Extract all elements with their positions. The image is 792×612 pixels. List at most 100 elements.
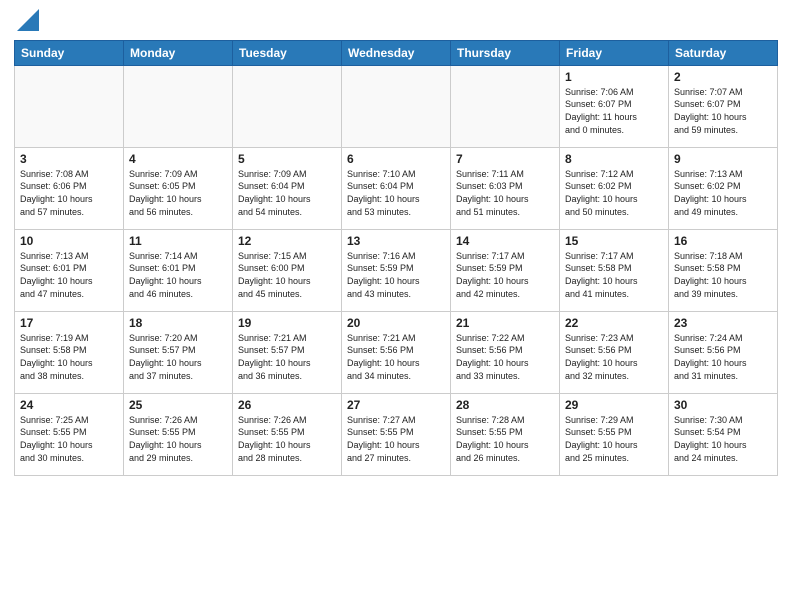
day-number: 1	[565, 70, 663, 84]
calendar-cell	[233, 65, 342, 147]
day-info: Sunrise: 7:21 AM Sunset: 5:56 PM Dayligh…	[347, 332, 445, 382]
day-number: 18	[129, 316, 227, 330]
calendar-cell: 2 Sunrise: 7:07 AM Sunset: 6:07 PM Daylig…	[669, 65, 778, 147]
calendar-header-monday: Monday	[124, 40, 233, 65]
logo	[14, 14, 39, 34]
calendar-cell	[15, 65, 124, 147]
day-info: Sunrise: 7:10 AM Sunset: 6:04 PM Dayligh…	[347, 168, 445, 218]
calendar-week-row: 24 Sunrise: 7:25 AM Sunset: 5:55 PM Dayli…	[15, 393, 778, 475]
day-number: 17	[20, 316, 118, 330]
day-info: Sunrise: 7:22 AM Sunset: 5:56 PM Dayligh…	[456, 332, 554, 382]
calendar-cell: 20 Sunrise: 7:21 AM Sunset: 5:56 PM Dayli…	[342, 311, 451, 393]
calendar-week-row: 1Sunrise: 7:06 AM Sunset: 6:07 PM Daylig…	[15, 65, 778, 147]
day-info: Sunrise: 7:18 AM Sunset: 5:58 PM Dayligh…	[674, 250, 772, 300]
calendar-week-row: 10 Sunrise: 7:13 AM Sunset: 6:01 PM Dayli…	[15, 229, 778, 311]
day-info: Sunrise: 7:13 AM Sunset: 6:01 PM Dayligh…	[20, 250, 118, 300]
day-number: 26	[238, 398, 336, 412]
calendar-cell: 30 Sunrise: 7:30 AM Sunset: 5:54 PM Dayli…	[669, 393, 778, 475]
day-info: Sunrise: 7:25 AM Sunset: 5:55 PM Dayligh…	[20, 414, 118, 464]
calendar-cell	[124, 65, 233, 147]
calendar-cell: 25 Sunrise: 7:26 AM Sunset: 5:55 PM Dayli…	[124, 393, 233, 475]
calendar-cell: 28 Sunrise: 7:28 AM Sunset: 5:55 PM Dayli…	[451, 393, 560, 475]
day-info: Sunrise: 7:28 AM Sunset: 5:55 PM Dayligh…	[456, 414, 554, 464]
day-info: Sunrise: 7:12 AM Sunset: 6:02 PM Dayligh…	[565, 168, 663, 218]
calendar-cell: 10 Sunrise: 7:13 AM Sunset: 6:01 PM Dayli…	[15, 229, 124, 311]
calendar-cell: 21 Sunrise: 7:22 AM Sunset: 5:56 PM Dayli…	[451, 311, 560, 393]
calendar-header-tuesday: Tuesday	[233, 40, 342, 65]
day-number: 11	[129, 234, 227, 248]
calendar-header-saturday: Saturday	[669, 40, 778, 65]
calendar-table: SundayMondayTuesdayWednesdayThursdayFrid…	[14, 40, 778, 476]
day-info: Sunrise: 7:08 AM Sunset: 6:06 PM Dayligh…	[20, 168, 118, 218]
calendar-cell: 22 Sunrise: 7:23 AM Sunset: 5:56 PM Dayli…	[560, 311, 669, 393]
logo-icon	[17, 9, 39, 31]
calendar-cell: 27Sunrise: 7:27 AM Sunset: 5:55 PM Dayli…	[342, 393, 451, 475]
calendar-cell: 13 Sunrise: 7:16 AM Sunset: 5:59 PM Dayli…	[342, 229, 451, 311]
header	[14, 10, 778, 34]
calendar-header-sunday: Sunday	[15, 40, 124, 65]
day-number: 21	[456, 316, 554, 330]
calendar-cell: 5 Sunrise: 7:09 AM Sunset: 6:04 PM Daylig…	[233, 147, 342, 229]
day-number: 7	[456, 152, 554, 166]
calendar-cell: 1Sunrise: 7:06 AM Sunset: 6:07 PM Daylig…	[560, 65, 669, 147]
day-number: 13	[347, 234, 445, 248]
day-number: 4	[129, 152, 227, 166]
day-number: 25	[129, 398, 227, 412]
day-number: 10	[20, 234, 118, 248]
day-info: Sunrise: 7:09 AM Sunset: 6:04 PM Dayligh…	[238, 168, 336, 218]
day-number: 2	[674, 70, 772, 84]
calendar-cell: 11 Sunrise: 7:14 AM Sunset: 6:01 PM Dayli…	[124, 229, 233, 311]
day-number: 14	[456, 234, 554, 248]
day-number: 15	[565, 234, 663, 248]
calendar-cell: 6 Sunrise: 7:10 AM Sunset: 6:04 PM Daylig…	[342, 147, 451, 229]
calendar-header-row: SundayMondayTuesdayWednesdayThursdayFrid…	[15, 40, 778, 65]
day-number: 30	[674, 398, 772, 412]
day-info: Sunrise: 7:17 AM Sunset: 5:58 PM Dayligh…	[565, 250, 663, 300]
day-number: 20	[347, 316, 445, 330]
calendar-cell: 26 Sunrise: 7:26 AM Sunset: 5:55 PM Dayli…	[233, 393, 342, 475]
page: SundayMondayTuesdayWednesdayThursdayFrid…	[0, 0, 792, 486]
day-info: Sunrise: 7:07 AM Sunset: 6:07 PM Dayligh…	[674, 86, 772, 136]
day-number: 8	[565, 152, 663, 166]
calendar-cell: 17Sunrise: 7:19 AM Sunset: 5:58 PM Dayli…	[15, 311, 124, 393]
day-number: 6	[347, 152, 445, 166]
calendar-cell: 8 Sunrise: 7:12 AM Sunset: 6:02 PM Daylig…	[560, 147, 669, 229]
day-info: Sunrise: 7:16 AM Sunset: 5:59 PM Dayligh…	[347, 250, 445, 300]
day-number: 24	[20, 398, 118, 412]
day-info: Sunrise: 7:11 AM Sunset: 6:03 PM Dayligh…	[456, 168, 554, 218]
day-number: 22	[565, 316, 663, 330]
calendar-cell: 18Sunrise: 7:20 AM Sunset: 5:57 PM Dayli…	[124, 311, 233, 393]
calendar-cell: 19Sunrise: 7:21 AM Sunset: 5:57 PM Dayli…	[233, 311, 342, 393]
calendar-week-row: 3Sunrise: 7:08 AM Sunset: 6:06 PM Daylig…	[15, 147, 778, 229]
day-info: Sunrise: 7:09 AM Sunset: 6:05 PM Dayligh…	[129, 168, 227, 218]
day-info: Sunrise: 7:23 AM Sunset: 5:56 PM Dayligh…	[565, 332, 663, 382]
calendar-cell	[342, 65, 451, 147]
day-number: 28	[456, 398, 554, 412]
day-number: 29	[565, 398, 663, 412]
day-number: 9	[674, 152, 772, 166]
calendar-cell: 15 Sunrise: 7:17 AM Sunset: 5:58 PM Dayli…	[560, 229, 669, 311]
day-info: Sunrise: 7:24 AM Sunset: 5:56 PM Dayligh…	[674, 332, 772, 382]
day-info: Sunrise: 7:14 AM Sunset: 6:01 PM Dayligh…	[129, 250, 227, 300]
day-number: 5	[238, 152, 336, 166]
day-info: Sunrise: 7:27 AM Sunset: 5:55 PM Dayligh…	[347, 414, 445, 464]
calendar-cell	[451, 65, 560, 147]
calendar-cell: 14Sunrise: 7:17 AM Sunset: 5:59 PM Dayli…	[451, 229, 560, 311]
calendar-cell: 23 Sunrise: 7:24 AM Sunset: 5:56 PM Dayli…	[669, 311, 778, 393]
calendar-header-friday: Friday	[560, 40, 669, 65]
day-info: Sunrise: 7:26 AM Sunset: 5:55 PM Dayligh…	[129, 414, 227, 464]
day-number: 16	[674, 234, 772, 248]
calendar-cell: 4 Sunrise: 7:09 AM Sunset: 6:05 PM Daylig…	[124, 147, 233, 229]
calendar-cell: 16 Sunrise: 7:18 AM Sunset: 5:58 PM Dayli…	[669, 229, 778, 311]
day-info: Sunrise: 7:26 AM Sunset: 5:55 PM Dayligh…	[238, 414, 336, 464]
calendar-week-row: 17Sunrise: 7:19 AM Sunset: 5:58 PM Dayli…	[15, 311, 778, 393]
calendar-cell: 3Sunrise: 7:08 AM Sunset: 6:06 PM Daylig…	[15, 147, 124, 229]
day-info: Sunrise: 7:21 AM Sunset: 5:57 PM Dayligh…	[238, 332, 336, 382]
calendar-header-wednesday: Wednesday	[342, 40, 451, 65]
day-info: Sunrise: 7:30 AM Sunset: 5:54 PM Dayligh…	[674, 414, 772, 464]
day-info: Sunrise: 7:13 AM Sunset: 6:02 PM Dayligh…	[674, 168, 772, 218]
calendar-cell: 9 Sunrise: 7:13 AM Sunset: 6:02 PM Daylig…	[669, 147, 778, 229]
calendar-cell: 12Sunrise: 7:15 AM Sunset: 6:00 PM Dayli…	[233, 229, 342, 311]
day-number: 23	[674, 316, 772, 330]
calendar-header-thursday: Thursday	[451, 40, 560, 65]
